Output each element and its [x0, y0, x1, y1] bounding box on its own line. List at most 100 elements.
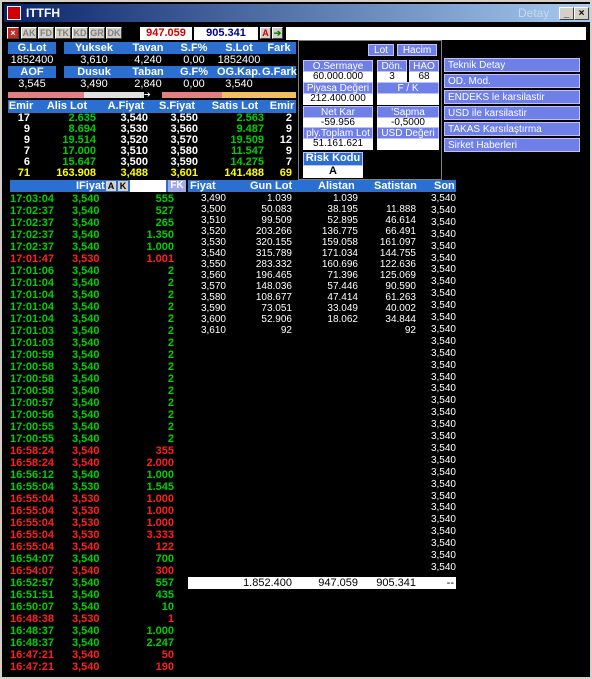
filter-input[interactable] [130, 180, 166, 192]
trade-lot: 2 [167, 277, 174, 289]
trade-price: 3,540 [72, 229, 100, 241]
lot-button[interactable]: Lot [368, 44, 394, 56]
dist-gunlot: 92 [280, 325, 292, 336]
trade-lot: 1.001 [146, 253, 174, 265]
trade-price: 3,540 [72, 409, 100, 421]
minimize-button[interactable]: _ [559, 7, 574, 20]
trade-price: 3,530 [72, 613, 100, 625]
son-value: 3,540 [430, 276, 456, 288]
toolbar-button-fd[interactable]: FD [38, 27, 54, 39]
menu-item-0[interactable]: Teknik Detay [444, 58, 580, 72]
trade-time: 17:02:37 [10, 229, 55, 241]
toolbar-button-gr[interactable]: GR [89, 27, 105, 39]
trade-row: 17:00:58 3,540 2 [10, 373, 186, 385]
trade-lot: 1.000 [146, 505, 174, 517]
trade-time: 17:00:55 [10, 433, 55, 445]
trade-price: 3,540 [72, 217, 100, 229]
son-value: 3,540 [430, 502, 456, 514]
trade-row: 17:01:04 3,540 2 [10, 289, 186, 301]
menu-item-1[interactable]: OD. Mod. [444, 74, 580, 88]
close-button[interactable]: × [574, 7, 589, 20]
menu-item-5[interactable]: Sirket Haberleri [444, 138, 580, 152]
trade-lot: 1.350 [146, 229, 174, 241]
menu-item-4[interactable]: TAKAS Karsılaştırma [444, 122, 580, 136]
trade-time: 17:02:37 [10, 217, 55, 229]
trade-lot: 1.000 [146, 625, 174, 637]
trade-time: 16:55:04 [10, 541, 55, 553]
value-blue: 905.341 [194, 27, 258, 40]
trade-price: 3,540 [72, 265, 100, 277]
trade-lot: 2.247 [146, 637, 174, 649]
toolbar-button-kd[interactable]: KD [72, 27, 88, 39]
toolbar-button-tk[interactable]: TK [55, 27, 71, 39]
dist-price: 3,610 [200, 325, 226, 336]
search-input[interactable] [286, 27, 586, 40]
trade-row: 17:03:04 3,540 555 [10, 193, 186, 205]
son-value: 3,540 [430, 383, 456, 395]
trade-price: 3,540 [72, 397, 100, 409]
trade-lot: 555 [155, 193, 174, 205]
trade-lot: 2.000 [146, 457, 174, 469]
menu-item-3[interactable]: USD ile karsilastir [444, 106, 580, 120]
trade-time: 17:01:04 [10, 301, 55, 313]
arrow-right-icon[interactable]: ➔ [272, 27, 283, 39]
total-satistan: 905.341 [376, 577, 416, 589]
trade-price: 3,540 [72, 349, 100, 361]
son-value: 3,540 [430, 228, 456, 240]
trade-time: 17:02:37 [10, 241, 55, 253]
trade-lot: 2 [167, 349, 174, 361]
sort-k-button[interactable]: K [118, 181, 128, 191]
trade-lot: 1.000 [146, 493, 174, 505]
trade-row: 17:00:59 3,540 2 [10, 349, 186, 361]
trade-price: 3,540 [72, 445, 100, 457]
son-value: 3,540 [430, 550, 456, 561]
trade-time: 16:48:38 [10, 613, 55, 625]
trade-row: 17:01:04 3,540 2 [10, 313, 186, 325]
trade-time: 17:00:58 [10, 373, 55, 385]
trade-row: 16:55:04 3,530 3.333 [10, 529, 186, 541]
trade-time: 17:01:47 [10, 253, 55, 265]
trade-price: 3,540 [72, 565, 100, 577]
son-value: 3,540 [430, 526, 456, 538]
trade-price: 3,540 [72, 193, 100, 205]
toolbar-button-ak[interactable]: AK [21, 27, 37, 39]
close-small-icon[interactable]: × [7, 27, 19, 39]
trade-row: 16:58:24 3,540 2.000 [10, 457, 186, 469]
trade-lot: 2 [167, 421, 174, 433]
trade-price: 3,530 [72, 517, 100, 529]
son-value: 3,540 [430, 407, 456, 419]
total-gunlot: 1.852.400 [243, 577, 292, 589]
sort-a-button[interactable]: A [106, 181, 116, 191]
menu-item-2[interactable]: ENDEKS le karsilastir [444, 90, 580, 104]
son-value: 3,540 [430, 359, 456, 371]
trade-price: 3,530 [72, 481, 100, 493]
toolbar-button-dk[interactable]: DK [106, 27, 122, 39]
trade-lot: 2 [167, 397, 174, 409]
title-bar[interactable]: ITTFH Detay _ × [4, 4, 590, 22]
dist-h-gunlot: Gun Lot [250, 180, 293, 192]
order-row-5-col-4: 141.488 [224, 167, 264, 179]
trade-row: 17:02:37 3,540 1.000 [10, 241, 186, 253]
trade-time: 16:55:04 [10, 481, 55, 493]
trade-time: 16:55:04 [10, 517, 55, 529]
trade-time: 16:56:12 [10, 469, 55, 481]
app-icon [7, 6, 21, 20]
a-button[interactable]: A [260, 27, 271, 39]
trade-lot: 2 [167, 409, 174, 421]
son-value: 3,540 [430, 240, 456, 252]
trade-price: 3,540 [72, 433, 100, 445]
trade-time: 17:03:04 [10, 193, 55, 205]
trade-price: 3,540 [72, 337, 100, 349]
detay-label: Detay [518, 6, 550, 20]
hacim-button[interactable]: Hacim [397, 44, 437, 56]
trade-price: 3,540 [72, 577, 100, 589]
trade-row: 16:55:04 3,530 1.000 [10, 493, 186, 505]
son-value: 3,540 [430, 204, 456, 216]
total-alistan: 947.059 [318, 577, 358, 589]
trade-time: 17:00:55 [10, 421, 55, 433]
dist-header: Fiyat Gun Lot Alistan Satistan Son [188, 180, 456, 192]
fk-button[interactable]: FK [168, 180, 186, 192]
trade-row: 17:00:57 3,540 2 [10, 397, 186, 409]
trade-row: 16:50:07 3,540 10 [10, 601, 186, 613]
son-value: 3,540 [430, 431, 456, 442]
